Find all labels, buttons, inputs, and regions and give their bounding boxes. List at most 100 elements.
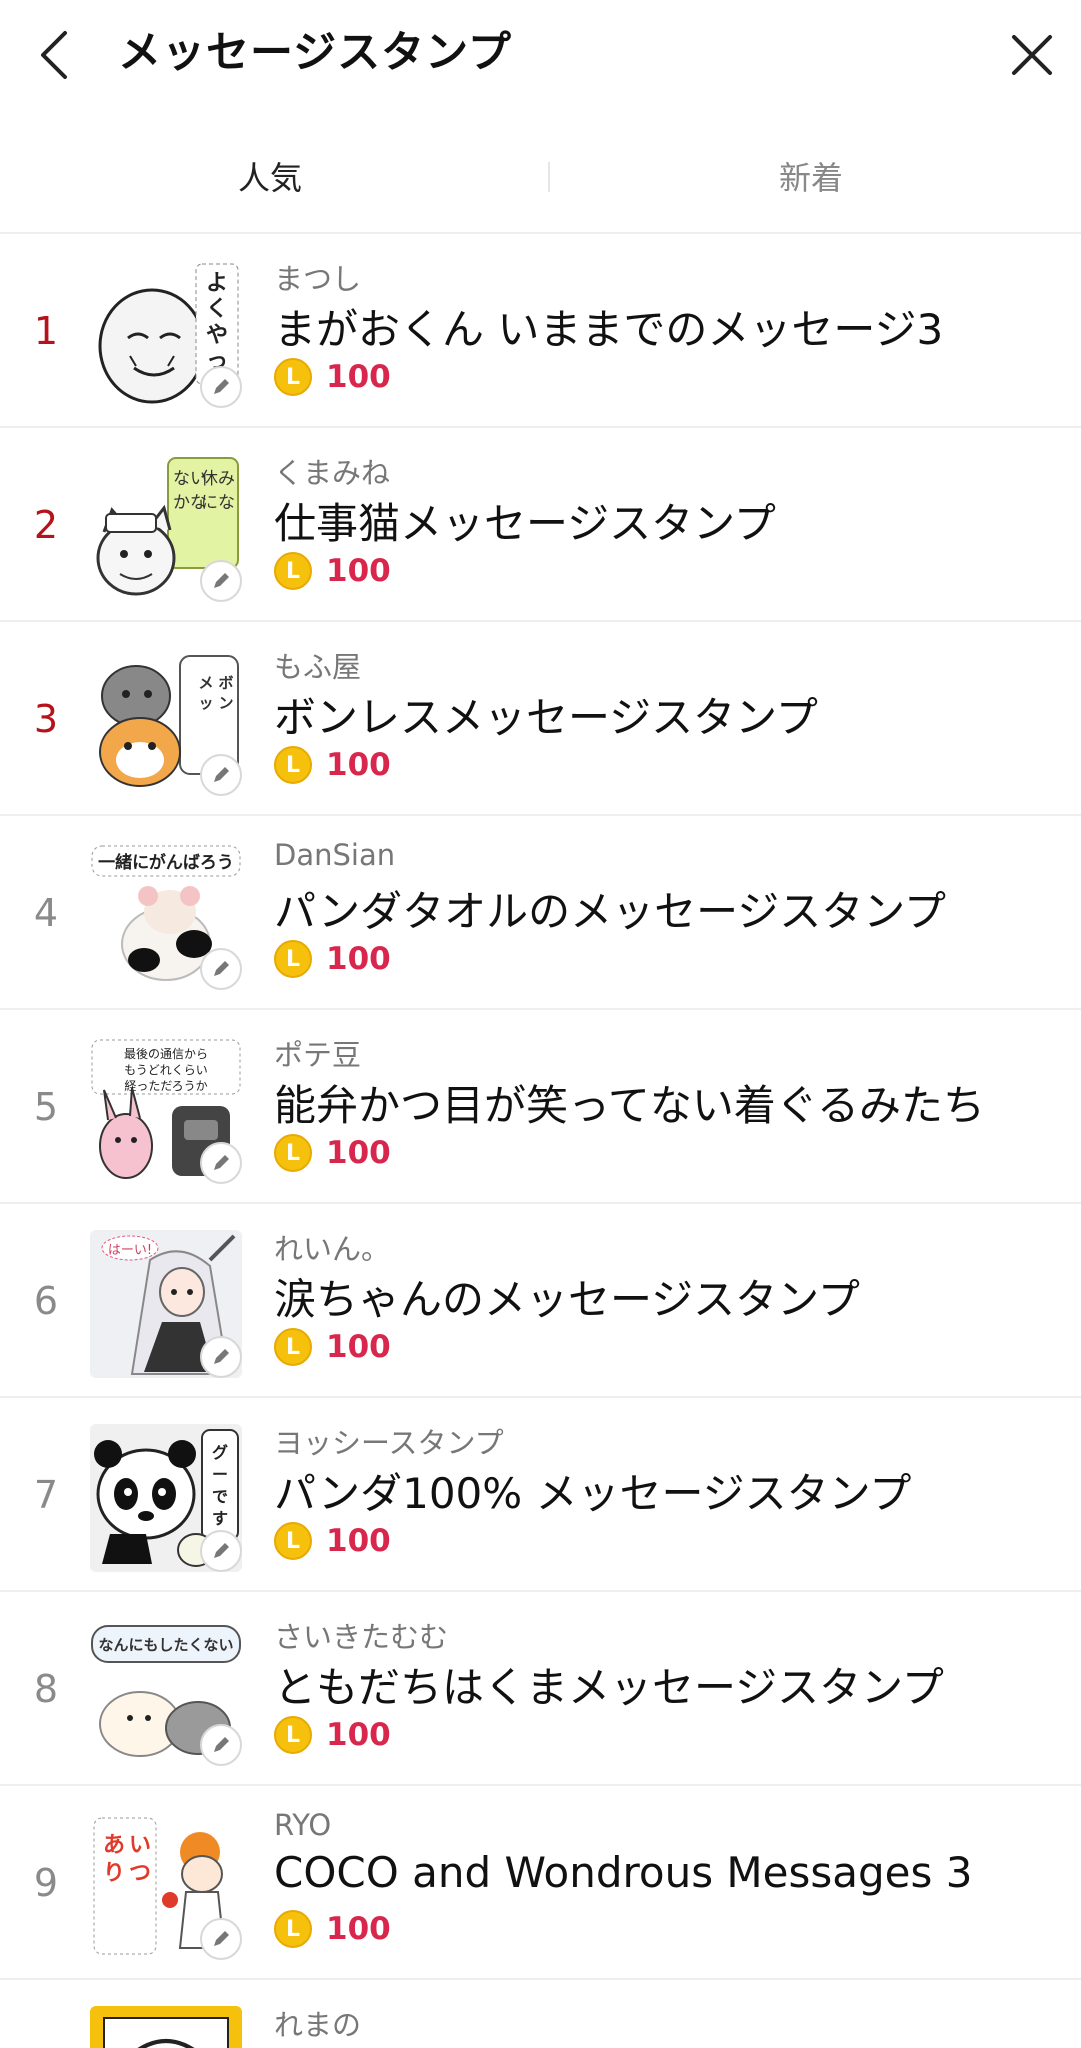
coin-icon: L [274,1134,312,1172]
svg-text:メ: メ [198,674,213,692]
pencil-icon [200,1918,242,1960]
coin-icon: L [274,358,312,396]
price-value: 100 [326,1329,391,1365]
list-item[interactable]: 7 グ ー で す ヨッシースタンプ パンダ100% メッセージスタンプ L 1… [0,1398,1081,1592]
coin-icon: L [274,1716,312,1754]
svg-text:経っただろうか: 経っただろうか [124,1079,207,1093]
price: L 100 [274,1328,391,1366]
svg-text:かな: かな [173,493,207,513]
svg-text:なんにもしたくない: なんにもしたくない [98,1636,233,1654]
svg-text:一緒にがんばろう: 一緒にがんばろう [98,852,234,873]
author-name: まつし [274,262,362,296]
pencil-icon [200,560,242,602]
svg-text:ない: ない [173,469,207,489]
price-value: 100 [326,747,391,783]
price-value: 100 [326,941,391,977]
price-value: 100 [326,359,391,395]
list-item[interactable]: 9 い つ あ り RYO COCO and Wondrous Messages… [0,1786,1081,1980]
svg-text:ッ: ッ [198,694,213,712]
list-item[interactable]: れまの L [0,1980,1081,2048]
price-value: 100 [326,553,391,589]
rank-number: 9 [33,1861,59,1905]
pencil-icon [200,1530,242,1572]
list-item[interactable]: 3 ボ ン メ ッ もふ屋 ボンレスメッセージスタンプ L 100 [0,622,1081,816]
list-item[interactable]: 6 はーい! れいん。 涙ちゃんのメッセージスタンプ L 100 [0,1204,1081,1398]
pencil-icon [200,1336,242,1378]
svg-text:や: や [206,323,228,348]
sticker-name: パンダタオルのメッセージスタンプ [274,887,947,936]
price: L 100 [274,1716,391,1754]
svg-text:い: い [129,1833,151,1858]
list-item[interactable]: 2 休み にな ない かな くまみね 仕事猫メッセージスタンプ L 100 [0,428,1081,622]
price: L 100 [274,552,391,590]
sticker-name: パンダ100% メッセージスタンプ [274,1469,912,1518]
pencil-icon [200,948,242,990]
price-value: 100 [326,1717,391,1753]
author-name: DanSian [274,838,396,872]
header-bar: メッセージスタンプ [0,0,1081,110]
pencil-icon [200,754,242,796]
svg-text:ー: ー [212,1465,228,1484]
sticker-name: 能弁かつ目が笑ってない着ぐるみたち [274,1081,986,1130]
sticker-thumbnail [90,2006,242,2048]
price: L 100 [274,1910,391,1948]
rank-number: 1 [33,309,59,353]
author-name: れまの [274,2008,362,2042]
coin-icon: L [274,940,312,978]
list-item[interactable]: 8 なんにもしたくない さいきたむむ ともだちはくまメッセージスタンプ L 10… [0,1592,1081,1786]
list-item[interactable]: 5 最後の通信から もうどれくらい 経っただろうか ポテ豆 能弁かつ目が笑ってな… [0,1010,1081,1204]
price-value: 100 [326,1135,391,1171]
coin-icon: L [274,1328,312,1366]
tab-bar: 人気 新着 [0,118,1081,234]
sticker-name: ともだちはくまメッセージスタンプ [274,1663,944,1712]
svg-text:最後の通信から: 最後の通信から [124,1047,208,1061]
sticker-name: COCO and Wondrous Messages 3 [274,1848,973,1897]
price: L 100 [274,746,391,784]
svg-text:よ: よ [206,271,228,296]
sticker-name: 涙ちゃんのメッセージスタンプ [274,1275,860,1324]
svg-text:ボ: ボ [218,674,233,692]
svg-text:り: り [103,1861,125,1886]
rank-number: 2 [33,503,59,547]
svg-text:く: く [206,297,228,322]
sticker-name: 仕事猫メッセージスタンプ [274,499,776,548]
pencil-icon [200,1142,242,1184]
svg-text:グ: グ [212,1443,228,1462]
author-name: さいきたむむ [274,1620,449,1654]
coin-icon: L [274,746,312,784]
author-name: RYO [274,1808,332,1842]
list-item[interactable]: 1 よ く や っ まつし まがおくん いままでのメッセージ3 L 100 [0,234,1081,428]
rank-number: 4 [33,891,59,935]
author-name: ポテ豆 [274,1038,362,1072]
page-title: メッセージスタンプ [118,28,512,78]
svg-text:で: で [212,1487,228,1506]
sticker-name: ボンレスメッセージスタンプ [274,693,818,742]
price: L 100 [274,358,391,396]
tab-popular[interactable]: 人気 [0,118,540,234]
chevron-left-icon [41,31,67,79]
author-name: れいん。 [274,1232,391,1266]
svg-text:もうどれくらい: もうどれくらい [124,1063,208,1077]
coin-icon: L [274,552,312,590]
close-button[interactable] [1000,24,1064,86]
svg-text:はーい!: はーい! [108,1243,152,1258]
rank-number: 5 [33,1085,59,1129]
author-name: くまみね [274,456,391,490]
coin-icon: L [274,1910,312,1948]
pencil-icon [200,1724,242,1766]
price: L 100 [274,940,391,978]
tab-new[interactable]: 新着 [541,118,1081,234]
sticker-list: 1 よ く や っ まつし まがおくん いままでのメッセージ3 L 100 2 … [0,234,1081,2048]
rank-number: 3 [33,697,59,741]
rank-number: 8 [33,1667,59,1711]
list-item[interactable]: 4 一緒にがんばろう DanSian パンダタオルのメッセージスタンプ L 10… [0,816,1081,1010]
back-button[interactable] [28,24,80,86]
coin-icon: L [274,1522,312,1560]
price-value: 100 [326,1911,391,1947]
pencil-icon [200,366,242,408]
sticker-name: まがおくん いままでのメッセージ3 [274,305,944,354]
rank-number: 7 [33,1473,59,1517]
svg-text:ン: ン [218,694,233,712]
price-value: 100 [326,1523,391,1559]
svg-text:す: す [212,1509,228,1528]
